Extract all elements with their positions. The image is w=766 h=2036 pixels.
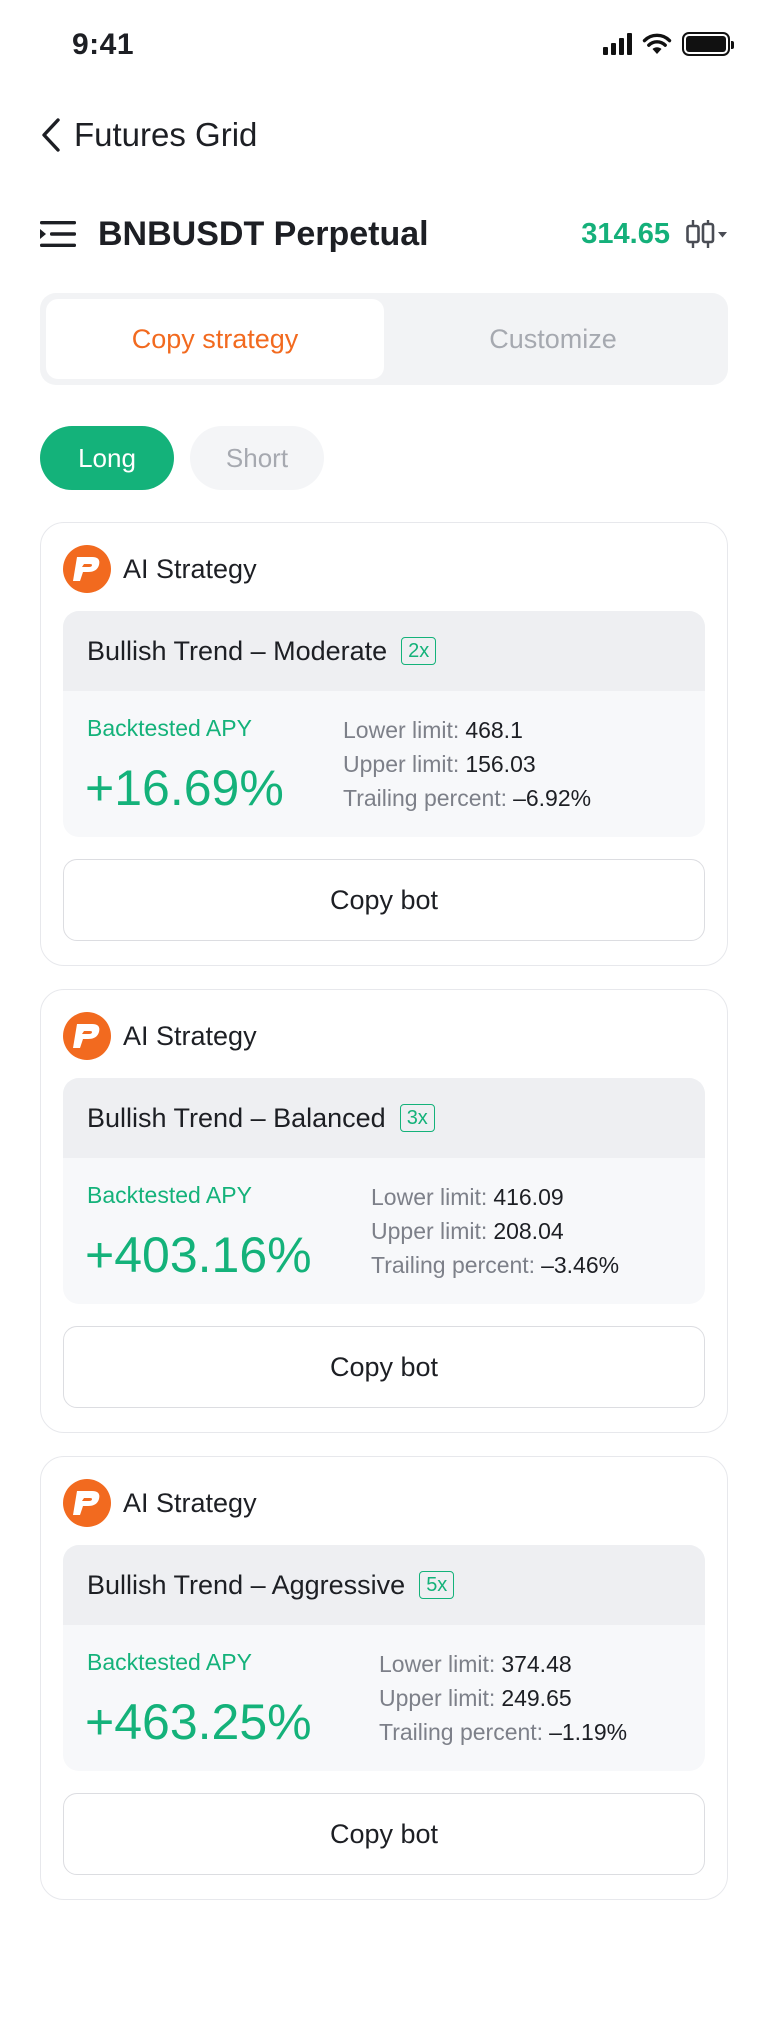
lower-limit-value: 374.48 <box>501 1651 572 1677</box>
ai-strategy-logo-icon <box>63 545 111 593</box>
leverage-badge: 3x <box>399 1104 435 1132</box>
strategy-title-bar: Bullish Trend – Balanced 3x <box>63 1078 705 1158</box>
upper-limit-label: Upper limit: <box>379 1685 496 1711</box>
candlestick-chart-icon[interactable] <box>684 218 728 250</box>
apy-label: Backtested APY <box>87 715 252 741</box>
strategy-title-bar: Bullish Trend – Aggressive 5x <box>63 1545 705 1625</box>
pair-list-menu-icon[interactable] <box>40 219 76 249</box>
pair-price: 314.65 <box>581 217 670 250</box>
strategy-mode-tabs: Copy strategy Customize <box>40 293 728 385</box>
upper-limit-value: 208.04 <box>493 1218 564 1244</box>
leverage-badge: 5x <box>419 1571 455 1599</box>
trailing-percent-label: Trailing percent: <box>379 1719 544 1745</box>
apy-label: Backtested APY <box>87 1182 252 1208</box>
status-bar: 9:41 <box>0 0 766 92</box>
card-header-label: AI Strategy <box>123 1487 257 1518</box>
card-header-label: AI Strategy <box>123 553 257 584</box>
battery-icon <box>682 32 734 56</box>
strategy-params: Lower limit: 416.09 Upper limit: 208.04 Tr… <box>371 1180 619 1282</box>
upper-limit-value: 156.03 <box>465 751 536 777</box>
pair-row: BNBUSDT Perpetual 314.65 <box>40 210 728 258</box>
strategy-name: Bullish Trend – Moderate <box>87 635 388 666</box>
page-title: Futures Grid <box>74 116 258 153</box>
ai-strategy-logo-icon <box>63 1479 111 1527</box>
tab-copy-strategy[interactable]: Copy strategy <box>46 299 384 379</box>
strategy-params: Lower limit: 374.48 Upper limit: 249.65 Tr… <box>379 1647 627 1749</box>
strategy-card: AI Strategy Bullish Trend – Moderate 2x … <box>40 522 728 966</box>
status-icons <box>603 32 734 56</box>
strategy-name: Bullish Trend – Balanced <box>87 1102 386 1133</box>
strategy-title-bar: Bullish Trend – Moderate 2x <box>63 611 705 691</box>
leverage-badge: 2x <box>401 637 437 665</box>
upper-limit-label: Upper limit: <box>343 751 460 777</box>
tab-customize[interactable]: Customize <box>384 299 722 379</box>
ai-strategy-logo-icon <box>63 1012 111 1060</box>
strategy-card: AI Strategy Bullish Trend – Balanced 3x … <box>40 989 728 1433</box>
short-pill[interactable]: Short <box>190 426 324 490</box>
card-header: AI Strategy <box>63 1479 257 1527</box>
direction-toggle: Long Short <box>40 426 324 490</box>
apy-label: Backtested APY <box>87 1649 252 1675</box>
upper-limit-value: 249.65 <box>501 1685 572 1711</box>
trailing-percent-label: Trailing percent: <box>343 785 508 811</box>
wifi-icon <box>642 33 672 54</box>
strategy-card: AI Strategy Bullish Trend – Aggressive 5… <box>40 1456 728 1900</box>
apy-value: +403.16% <box>85 1227 312 1283</box>
copy-bot-button[interactable]: Copy bot <box>63 1793 705 1875</box>
back-chevron-icon[interactable] <box>40 115 66 155</box>
lower-limit-label: Lower limit: <box>379 1651 496 1677</box>
card-header-label: AI Strategy <box>123 1020 257 1051</box>
nav-bar: Futures Grid <box>40 112 257 158</box>
cellular-signal-icon <box>603 33 632 55</box>
trailing-percent-value: –3.46% <box>541 1252 620 1278</box>
strategy-details: Bullish Trend – Moderate 2x Backtested A… <box>63 611 705 837</box>
trailing-percent-value: –6.92% <box>513 785 592 811</box>
card-header: AI Strategy <box>63 545 257 593</box>
strategy-name: Bullish Trend – Aggressive <box>87 1569 406 1600</box>
pair-name[interactable]: BNBUSDT Perpetual <box>98 215 429 254</box>
trailing-percent-value: –1.19% <box>549 1719 628 1745</box>
copy-bot-button[interactable]: Copy bot <box>63 1326 705 1408</box>
card-header: AI Strategy <box>63 1012 257 1060</box>
status-time: 9:41 <box>72 28 135 61</box>
strategy-details: Bullish Trend – Balanced 3x Backtested A… <box>63 1078 705 1304</box>
lower-limit-value: 416.09 <box>493 1184 564 1210</box>
lower-limit-value: 468.1 <box>465 717 523 743</box>
strategy-details: Bullish Trend – Aggressive 5x Backtested… <box>63 1545 705 1771</box>
copy-bot-button[interactable]: Copy bot <box>63 859 705 941</box>
lower-limit-label: Lower limit: <box>371 1184 488 1210</box>
upper-limit-label: Upper limit: <box>371 1218 488 1244</box>
apy-value: +463.25% <box>85 1694 312 1750</box>
apy-value: +16.69% <box>85 760 284 816</box>
long-pill[interactable]: Long <box>40 426 174 490</box>
trailing-percent-label: Trailing percent: <box>371 1252 536 1278</box>
strategy-params: Lower limit: 468.1 Upper limit: 156.03 Tra… <box>343 713 591 815</box>
lower-limit-label: Lower limit: <box>343 717 460 743</box>
